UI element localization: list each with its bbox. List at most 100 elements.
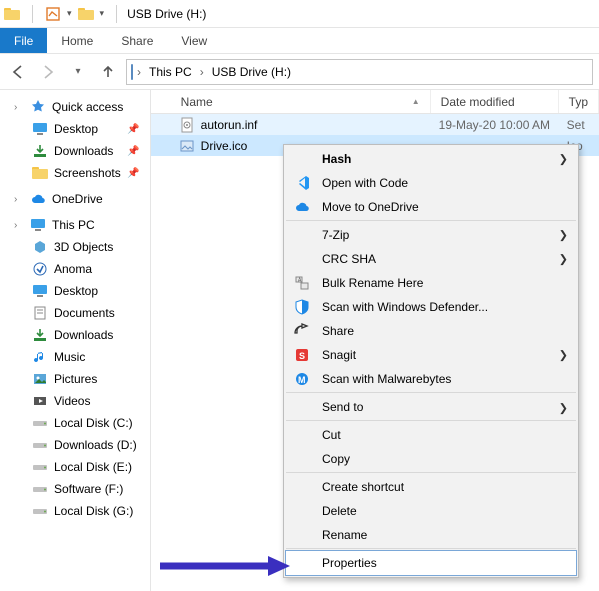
settings-file-icon [179,117,195,133]
blank-icon [292,425,312,445]
tab-file[interactable]: File [0,28,47,53]
drive-icon [32,481,48,497]
menu-rename[interactable]: Rename [286,523,576,549]
menu-label: Send to [322,400,554,414]
properties-qat-icon[interactable] [45,6,61,22]
tree-label: This PC [52,218,95,232]
forward-button[interactable] [36,60,60,84]
tree-music[interactable]: Music [0,346,150,368]
menu-send-to[interactable]: Send to ❯ [286,395,576,421]
crumb-this-pc[interactable]: This PC [145,65,196,79]
menu-bulk-rename[interactable]: A Bulk Rename Here [286,271,576,295]
address-bar[interactable]: › This PC › USB Drive (H:) [126,59,593,85]
bulk-rename-icon: A [292,273,312,293]
tree-pictures[interactable]: Pictures [0,368,150,390]
menu-move-to-onedrive[interactable]: Move to OneDrive [286,195,576,221]
menu-share[interactable]: Share [286,319,576,343]
cloud-icon [30,191,46,207]
tree-label: Videos [54,394,90,408]
tab-view[interactable]: View [167,28,221,53]
menu-crc-sha[interactable]: CRC SHA ❯ [286,247,576,271]
tree-software-f[interactable]: Software (F:) [0,478,150,500]
menu-delete[interactable]: Delete [286,499,576,523]
col-name[interactable]: Name ▲ [171,90,431,113]
menu-create-shortcut[interactable]: Create shortcut [286,475,576,499]
tree-documents[interactable]: Documents [0,302,150,324]
tree-local-e[interactable]: Local Disk (E:) [0,456,150,478]
tree-screenshots[interactable]: Screenshots 📌 [0,162,150,184]
tree-downloads[interactable]: Downloads 📌 [0,140,150,162]
up-button[interactable] [96,60,120,84]
shortcut-icon [32,261,48,277]
menu-hash[interactable]: Hash ❯ [286,147,576,171]
qat-divider-2 [116,5,117,23]
file-name: autorun.inf [201,118,258,132]
tab-home[interactable]: Home [47,28,107,53]
tree-desktop-2[interactable]: Desktop [0,280,150,302]
chevron-right-icon: › [137,65,141,79]
menu-label: Hash [322,152,554,166]
tree-local-g[interactable]: Local Disk (G:) [0,500,150,522]
col-type[interactable]: Typ [559,90,599,113]
folder-icon [4,6,20,22]
qat-divider [32,5,33,23]
crumb-usb-drive[interactable]: USB Drive (H:) [208,65,295,79]
videos-icon [32,393,48,409]
drive-icon [32,503,48,519]
menu-properties[interactable]: Properties [286,551,576,575]
drive-icon [32,437,48,453]
tree-quick-access[interactable]: › Quick access [0,96,150,118]
drive-icon [32,415,48,431]
tree-anoma[interactable]: Anoma [0,258,150,280]
qat-chevron-down-icon[interactable]: ▾ [67,8,72,19]
chevron-right-icon: › [14,102,24,113]
context-menu: Hash ❯ Open with Code Move to OneDrive 7… [283,144,579,578]
tree-desktop[interactable]: Desktop 📌 [0,118,150,140]
tree-label: Desktop [54,284,98,298]
tree-label: Documents [54,306,115,320]
folder-icon [32,165,48,181]
menu-copy[interactable]: Copy [286,447,576,473]
menu-defender[interactable]: Scan with Windows Defender... [286,295,576,319]
menu-label: Move to OneDrive [322,200,554,214]
quick-access-toolbar: ▾ ▾ [4,5,123,23]
tree-label: Quick access [52,100,123,114]
tree-this-pc[interactable]: › This PC [0,214,150,236]
menu-malwarebytes[interactable]: M Scan with Malwarebytes [286,367,576,393]
back-button[interactable] [6,60,30,84]
window-title: USB Drive (H:) [127,7,206,21]
chevron-right-icon: › [14,194,24,205]
menu-snagit[interactable]: S Snagit ❯ [286,343,576,367]
tree-label: OneDrive [52,192,103,206]
tree-local-c[interactable]: Local Disk (C:) [0,412,150,434]
menu-7zip[interactable]: 7-Zip ❯ [286,223,576,247]
chevron-right-icon: ❯ [559,349,568,362]
tree-3d-objects[interactable]: 3D Objects [0,236,150,258]
pin-icon: 📌 [127,168,139,179]
recent-chevron-down-icon[interactable]: ▾ [66,60,90,84]
snagit-icon: S [292,345,312,365]
tree-onedrive[interactable]: › OneDrive [0,188,150,210]
qat-chevron-down-icon-2[interactable]: ▾ [100,8,105,19]
col-date[interactable]: Date modified [431,90,559,113]
tree-downloads-d[interactable]: Downloads (D:) [0,434,150,456]
folder-open-icon [78,6,94,22]
tree-downloads-2[interactable]: Downloads [0,324,150,346]
menu-cut[interactable]: Cut [286,423,576,447]
cube-icon [32,239,48,255]
nav-bar: ▾ › This PC › USB Drive (H:) [0,54,599,90]
tree-label: Local Disk (G:) [54,504,133,518]
tab-share[interactable]: Share [107,28,167,53]
menu-label: Cut [322,428,554,442]
column-headers: Name ▲ Date modified Typ [151,90,599,114]
tree-videos[interactable]: Videos [0,390,150,412]
ribbon: File Home Share View [0,28,599,54]
this-pc-icon [30,217,46,233]
file-row[interactable]: autorun.inf 19-May-20 10:00 AM Set [151,114,599,135]
downloads-icon [32,143,48,159]
star-icon [30,99,46,115]
pictures-icon [32,371,48,387]
menu-open-with-code[interactable]: Open with Code [286,171,576,195]
blank-icon [292,553,312,573]
pin-icon: 📌 [127,146,139,157]
